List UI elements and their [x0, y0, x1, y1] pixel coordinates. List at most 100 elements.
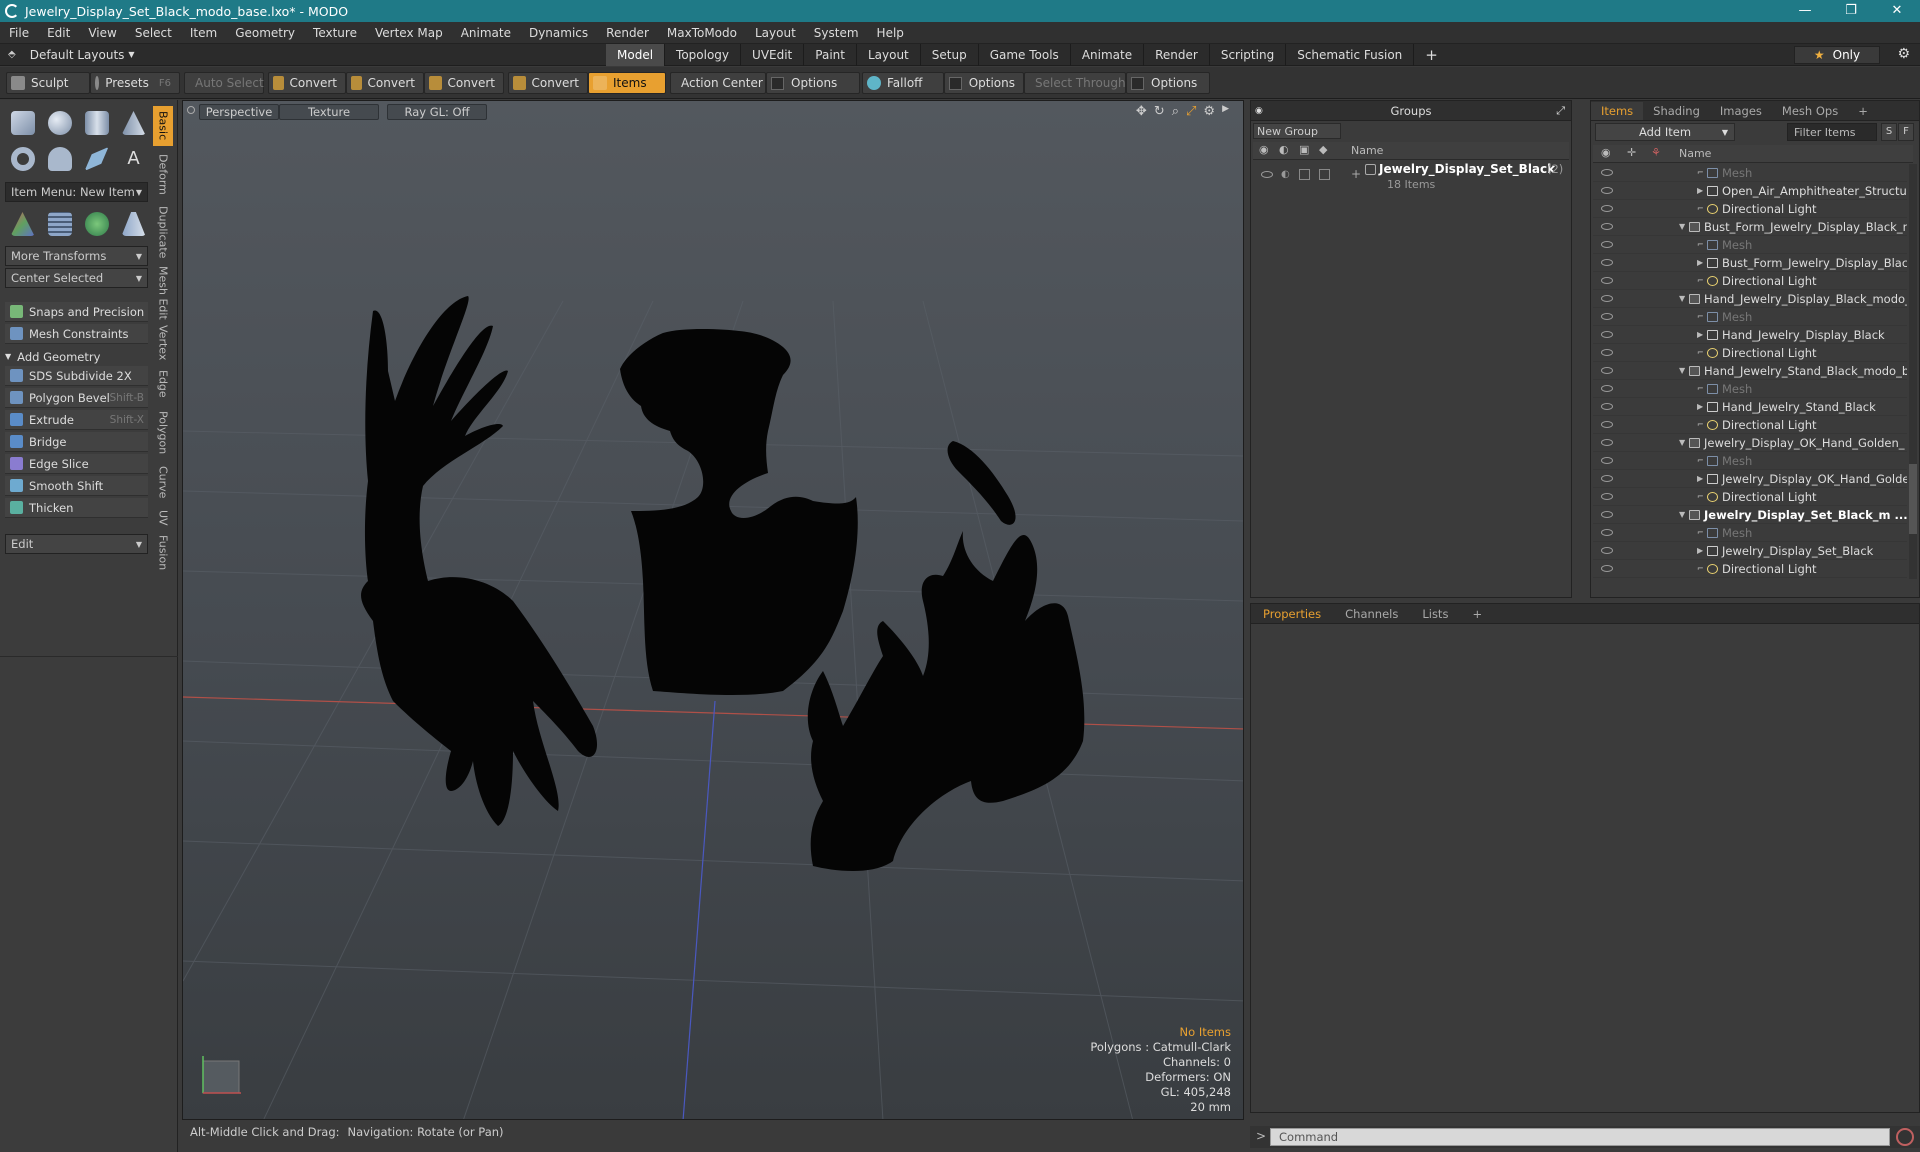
- add-geometry-section[interactable]: ▼ Add Geometry: [5, 347, 148, 366]
- gear-icon[interactable]: ⚙: [1897, 46, 1910, 62]
- expand-arrow-icon[interactable]: ▶: [1697, 546, 1707, 555]
- eye-icon[interactable]: [1601, 259, 1613, 266]
- eye-icon[interactable]: [1601, 349, 1613, 356]
- eye-icon[interactable]: [1601, 205, 1613, 212]
- eye-icon[interactable]: [1601, 439, 1613, 446]
- text-icon[interactable]: A: [122, 147, 146, 171]
- tab-uvedit[interactable]: UVEdit: [741, 44, 805, 66]
- list-item[interactable]: ▶ Hand_Jewelry_Stand_Black: [1593, 398, 1907, 416]
- eye-icon[interactable]: [1261, 171, 1273, 178]
- list-item[interactable]: ⌐ Mesh: [1593, 164, 1907, 182]
- eye-icon[interactable]: [1601, 529, 1613, 536]
- eye-icon[interactable]: [1601, 475, 1613, 482]
- vtab-fusion[interactable]: Fusion: [153, 534, 173, 572]
- list-item[interactable]: ⌐ Directional Light: [1593, 488, 1907, 506]
- tool-thicken-button[interactable]: Thicken: [5, 498, 148, 518]
- menu-geometry[interactable]: Geometry: [226, 26, 304, 40]
- menu-file[interactable]: File: [0, 26, 38, 40]
- list-item[interactable]: ▼ Jewelry_Display_Set_Black_m ...: [1593, 506, 1907, 524]
- more-transforms-dropdown[interactable]: More Transforms ▼: [5, 246, 148, 266]
- menu-vertex-map[interactable]: Vertex Map: [366, 26, 452, 40]
- tab-game-tools[interactable]: Game Tools: [979, 44, 1071, 66]
- expand-arrow-icon[interactable]: ▶: [1697, 258, 1707, 267]
- checkbox[interactable]: [1131, 76, 1144, 90]
- tab-render[interactable]: Render: [1144, 44, 1210, 66]
- add-tab-icon[interactable]: +: [1848, 102, 1878, 120]
- minimize-icon[interactable]: —: [1782, 0, 1828, 22]
- eye-icon[interactable]: [1601, 241, 1613, 248]
- list-item[interactable]: ⌐ Mesh: [1593, 308, 1907, 326]
- expand-arrow-icon[interactable]: ▶: [1697, 474, 1707, 483]
- eye-icon[interactable]: [1601, 331, 1613, 338]
- list-item[interactable]: ▶ Bust_Form_Jewelry_Display_Black: [1593, 254, 1907, 272]
- lock-column-icon[interactable]: ▣: [1299, 143, 1309, 156]
- tool-polygon-bevel-button[interactable]: Polygon Bevel Shift-B: [5, 388, 148, 408]
- mesh-constraints-button[interactable]: Mesh Constraints: [5, 324, 148, 344]
- tab-lists[interactable]: Lists: [1410, 607, 1460, 621]
- vtab-duplicate[interactable]: Duplicate: [153, 202, 173, 262]
- eye-icon[interactable]: [1601, 421, 1613, 428]
- expand-arrow-icon[interactable]: ▶: [1697, 186, 1707, 195]
- list-item[interactable]: ⌐ Mesh: [1593, 380, 1907, 398]
- default-layouts-dropdown[interactable]: Default Layouts ▼: [30, 48, 135, 62]
- panel-menu-icon[interactable]: ◉: [1255, 106, 1263, 116]
- render-column-icon[interactable]: ◐: [1279, 143, 1289, 156]
- eye-icon[interactable]: [1601, 169, 1613, 176]
- select-through-options-button[interactable]: Options: [1126, 72, 1210, 94]
- tab-scripting[interactable]: Scripting: [1210, 44, 1287, 66]
- cube-icon[interactable]: [10, 111, 35, 135]
- list-item[interactable]: ▶ Hand_Jewelry_Display_Black: [1593, 326, 1907, 344]
- capsule-icon[interactable]: [47, 147, 72, 171]
- layout-toggle-icon[interactable]: ⬘: [8, 49, 16, 60]
- vtab-curve[interactable]: Curve: [153, 462, 173, 502]
- tab-model[interactable]: Model: [606, 44, 666, 66]
- vtab-deform[interactable]: Deform: [153, 148, 173, 200]
- tab-images[interactable]: Images: [1710, 102, 1772, 120]
- list-item[interactable]: ⌐ Directional Light: [1593, 560, 1907, 578]
- render-toggle-icon[interactable]: ◐: [1281, 169, 1290, 180]
- vtab-basic[interactable]: Basic: [153, 106, 173, 146]
- center-selected-dropdown[interactable]: Center Selected ▼: [5, 268, 148, 288]
- expand-arrow-icon[interactable]: ▼: [1679, 222, 1689, 231]
- list-item[interactable]: ⌐ Mesh: [1593, 236, 1907, 254]
- auto-select-button[interactable]: Auto Select: [184, 72, 264, 94]
- select-column-icon[interactable]: ◆: [1319, 143, 1327, 156]
- pin-column-icon[interactable]: ✛: [1627, 146, 1636, 159]
- lock-toggle[interactable]: [1299, 169, 1310, 180]
- menu-help[interactable]: Help: [868, 26, 913, 40]
- new-group-button[interactable]: New Group: [1253, 123, 1341, 139]
- eye-icon[interactable]: [1601, 385, 1613, 392]
- list-item[interactable]: ▶ Open_Air_Amphitheater_Structure...: [1593, 182, 1907, 200]
- list-item[interactable]: ▶ Jewelry_Display_OK_Hand_Golden: [1593, 470, 1907, 488]
- expand-arrow-icon[interactable]: ▶: [1697, 402, 1707, 411]
- convert-items-button[interactable]: Convert: [508, 72, 588, 94]
- pen-icon[interactable]: [84, 147, 109, 171]
- eye-icon[interactable]: [1601, 457, 1613, 464]
- menu-select[interactable]: Select: [126, 26, 181, 40]
- list-item[interactable]: ⌐ Directional Light: [1593, 416, 1907, 434]
- list-item[interactable]: ⌐ Directional Light: [1593, 272, 1907, 290]
- add-tab-icon[interactable]: +: [1414, 44, 1449, 66]
- checkbox[interactable]: [771, 76, 784, 90]
- tab-shading[interactable]: Shading: [1643, 102, 1710, 120]
- menu-system[interactable]: System: [805, 26, 868, 40]
- tab-channels[interactable]: Channels: [1333, 607, 1410, 621]
- menu-maxtomodo[interactable]: MaxToModo: [658, 26, 746, 40]
- expand-arrow-icon[interactable]: ▶: [1697, 330, 1707, 339]
- action-center-button[interactable]: Action Center: [670, 72, 766, 94]
- tool-extrude-button[interactable]: Extrude Shift-X: [5, 410, 148, 430]
- menu-dynamics[interactable]: Dynamics: [520, 26, 597, 40]
- eye-icon[interactable]: [1601, 313, 1613, 320]
- select-toggle[interactable]: [1319, 169, 1330, 180]
- menu-animate[interactable]: Animate: [452, 26, 520, 40]
- torus-icon[interactable]: [10, 147, 35, 171]
- checkbox[interactable]: [949, 76, 962, 90]
- vtab-polygon[interactable]: Polygon: [153, 406, 173, 460]
- name-column[interactable]: Name: [1679, 147, 1711, 160]
- tab-animate[interactable]: Animate: [1071, 44, 1145, 66]
- visibility-column-icon[interactable]: ◉: [1259, 143, 1269, 156]
- menu-texture[interactable]: Texture: [304, 26, 366, 40]
- visibility-column-icon[interactable]: ◉: [1601, 146, 1611, 159]
- convert-polygons-button[interactable]: Convert: [424, 72, 504, 94]
- convert-vertices-button[interactable]: Convert: [268, 72, 346, 94]
